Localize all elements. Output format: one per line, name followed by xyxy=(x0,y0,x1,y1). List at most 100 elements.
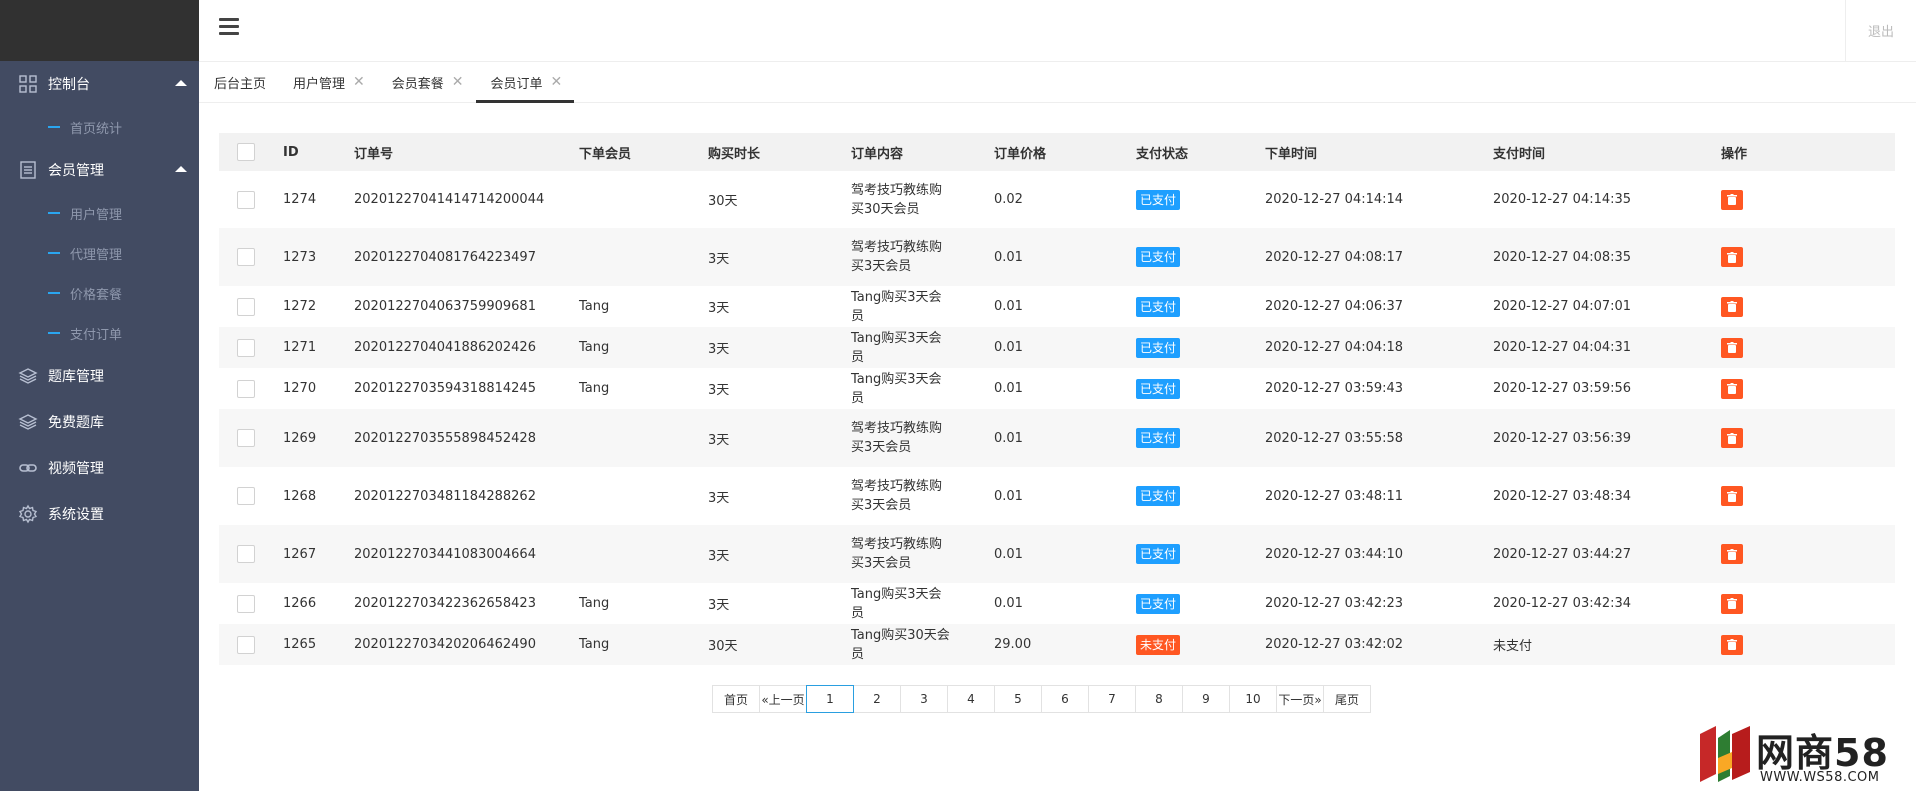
sidebar-item-2[interactable]: 视频管理 xyxy=(0,445,199,491)
submenu-item[interactable]: 首页统计 xyxy=(0,107,199,147)
cell-pay_time: 2020-12-27 04:08:35 xyxy=(1493,249,1632,265)
cell-order_no-text: 2020122704081764223497 xyxy=(354,249,536,265)
page-prev-button[interactable]: «上一页 xyxy=(759,685,807,713)
submenu-item[interactable]: 价格套餐 xyxy=(0,273,199,313)
pagination: 首页 «上一页 1 2 3 4 5 6 7 8 9 10 下一页» 尾页 xyxy=(712,685,1371,713)
cell-member: Tang xyxy=(569,327,698,368)
table-row: 1265 2020122703420206462490 Tang 30天 Tang购买3… xyxy=(219,624,1895,665)
delete-button[interactable] xyxy=(1721,634,1743,655)
row-select-cell xyxy=(219,583,273,624)
row-checkbox[interactable] xyxy=(237,190,255,209)
logout-button[interactable]: 退出 xyxy=(1845,0,1916,61)
cell-price: 0.01 xyxy=(984,286,1126,327)
orders-table: ID 订单号 下单会员 购买时长 订单内容 订单价格 支付状态 下单时间 支付时间 操作 1274… xyxy=(219,133,1895,665)
submenu-item[interactable]: 支付订单 xyxy=(0,313,199,353)
select-all-checkbox[interactable] xyxy=(237,143,255,161)
page-number-button[interactable]: 1 xyxy=(806,685,854,713)
trash-icon xyxy=(1727,598,1737,609)
cell-id: 1269 xyxy=(273,409,344,467)
row-checkbox[interactable] xyxy=(237,379,255,398)
cell-status: 未支付 xyxy=(1126,624,1255,665)
row-checkbox[interactable] xyxy=(237,248,255,266)
trash-icon xyxy=(1727,342,1737,353)
layers-icon xyxy=(18,366,38,386)
page-last-button[interactable]: 尾页 xyxy=(1323,685,1371,713)
delete-button[interactable] xyxy=(1721,337,1743,358)
page-number-button[interactable]: 10 xyxy=(1229,685,1277,713)
trash-icon xyxy=(1727,383,1737,394)
cell-pay_time: 2020-12-27 04:07:01 xyxy=(1493,299,1632,314)
submenu-item-label: 支付订单 xyxy=(70,327,123,343)
tab-2[interactable]: 会员套餐 ✕ xyxy=(377,62,476,102)
delete-button[interactable] xyxy=(1721,189,1743,210)
close-icon[interactable]: ✕ xyxy=(452,74,464,90)
cell-duration-text: 3天 xyxy=(708,383,730,398)
cell-price: 0.01 xyxy=(984,228,1126,286)
cell-status: 已支付 xyxy=(1126,525,1255,583)
sidebar-item-3[interactable]: 系统设置 xyxy=(0,491,199,537)
row-select-cell xyxy=(219,525,273,583)
cell-order_no: 2020122703555898452428 xyxy=(344,409,569,467)
close-icon[interactable]: ✕ xyxy=(353,74,365,90)
cell-status: 已支付 xyxy=(1126,583,1255,624)
page-number-button[interactable]: 5 xyxy=(994,685,1042,713)
page-number-button[interactable]: 4 xyxy=(947,685,995,713)
cell-content: Tang购买30天会员 xyxy=(841,624,984,665)
cell-content: Tang购买3天会员 xyxy=(841,286,984,327)
column-header: 下单会员 xyxy=(579,146,632,162)
submenu-item[interactable]: 代理管理 xyxy=(0,233,199,273)
tab-label: 会员套餐 xyxy=(391,76,444,92)
cell-order_no-text: 2020122703594318814245 xyxy=(354,381,536,396)
menu-toggle-icon[interactable] xyxy=(219,18,239,36)
link-icon xyxy=(18,458,38,478)
cell-content-text: 驾考技巧教练购买3天会员 xyxy=(851,537,943,571)
tab-1[interactable]: 用户管理 ✕ xyxy=(278,62,377,102)
cell-order_time: 2020-12-27 03:44:10 xyxy=(1265,546,1404,562)
row-checkbox[interactable] xyxy=(237,338,255,357)
cell-pay_time: 2020-12-27 03:42:34 xyxy=(1493,596,1632,611)
status-badge: 已支付 xyxy=(1136,247,1181,267)
submenu-item[interactable]: 用户管理 xyxy=(0,193,199,233)
delete-button[interactable] xyxy=(1721,593,1743,614)
row-checkbox[interactable] xyxy=(237,545,255,563)
page-first-button[interactable]: 首页 xyxy=(712,685,760,713)
cell-id-text: 1274 xyxy=(283,192,317,207)
table-header-row: ID 订单号 下单会员 购买时长 订单内容 订单价格 支付状态 下单时间 支付时间 操作 xyxy=(219,133,1895,171)
sidebar-item-group-0[interactable]: 控制台 xyxy=(0,61,199,107)
cell-order_no-text: 2020122703422362658423 xyxy=(354,596,536,611)
delete-button[interactable] xyxy=(1721,247,1743,267)
delete-button[interactable] xyxy=(1721,486,1743,506)
status-badge: 已支付 xyxy=(1136,337,1181,358)
page-number-button[interactable]: 6 xyxy=(1041,685,1089,713)
page-number-button[interactable]: 9 xyxy=(1182,685,1230,713)
close-icon[interactable]: ✕ xyxy=(551,74,563,90)
sidebar-item-1[interactable]: 免费题库 xyxy=(0,399,199,445)
row-checkbox[interactable] xyxy=(237,297,255,316)
delete-button[interactable] xyxy=(1721,296,1743,317)
page-number-button[interactable]: 3 xyxy=(900,685,948,713)
sidebar-item-group-1[interactable]: 会员管理 xyxy=(0,147,199,193)
delete-button[interactable] xyxy=(1721,428,1743,448)
page-number-button[interactable]: 7 xyxy=(1088,685,1136,713)
cell-content-text: Tang购买3天会员 xyxy=(851,371,942,406)
row-checkbox[interactable] xyxy=(237,487,255,505)
delete-button[interactable] xyxy=(1721,378,1743,399)
trash-icon xyxy=(1727,548,1737,560)
cell-member xyxy=(569,467,698,525)
row-checkbox[interactable] xyxy=(237,635,255,654)
row-checkbox[interactable] xyxy=(237,429,255,447)
tab-3[interactable]: 会员订单 ✕ xyxy=(475,62,575,103)
cell-status: 已支付 xyxy=(1126,467,1255,525)
dash-icon xyxy=(48,126,60,128)
cell-member xyxy=(569,228,698,286)
page-number-button[interactable]: 8 xyxy=(1135,685,1183,713)
row-checkbox[interactable] xyxy=(237,594,255,613)
sidebar-item-label: 控制台 xyxy=(48,77,90,93)
delete-button[interactable] xyxy=(1721,544,1743,564)
page-next-button[interactable]: 下一页» xyxy=(1276,685,1324,713)
sidebar-item-0[interactable]: 题库管理 xyxy=(0,353,199,399)
tab-0[interactable]: 后台主页 xyxy=(199,62,278,102)
cell-price-text: 0.01 xyxy=(994,249,1023,265)
cell-id-text: 1265 xyxy=(283,637,317,652)
page-number-button[interactable]: 2 xyxy=(853,685,901,713)
